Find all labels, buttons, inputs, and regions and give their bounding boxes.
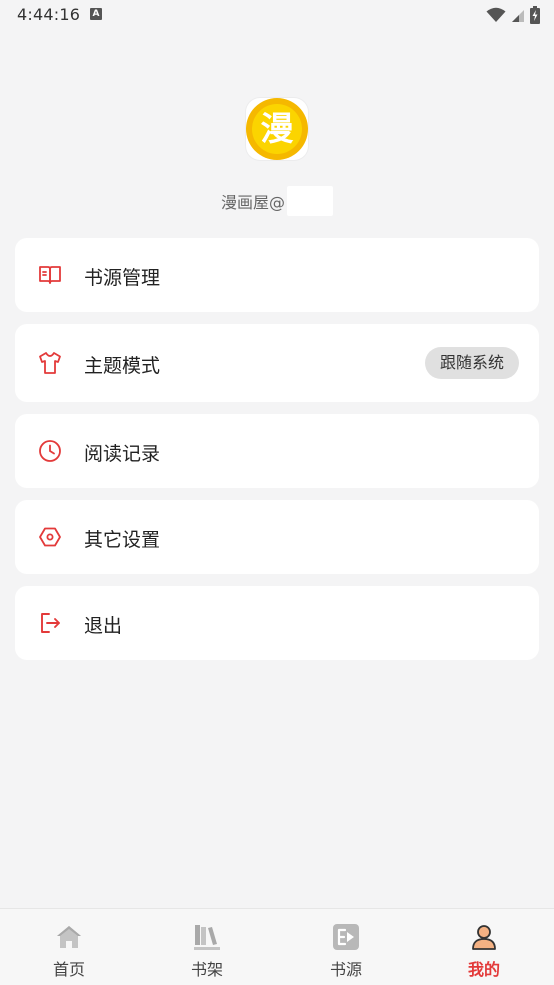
battery-charging-icon: [530, 6, 540, 24]
bookshelf-icon: [192, 922, 222, 952]
app-logo: 漫: [246, 98, 308, 160]
nav-label: 我的: [467, 960, 500, 979]
wifi-icon: [486, 7, 506, 22]
menu-item-theme-mode[interactable]: 主题模式 跟随系统: [15, 324, 539, 402]
profile-name: 漫画屋@: [0, 186, 554, 216]
nav-item-home[interactable]: 首页: [0, 909, 138, 985]
menu-item-label: 其它设置: [84, 529, 161, 551]
home-icon: [54, 922, 84, 952]
nav-label: 书架: [190, 960, 223, 979]
logout-icon: [37, 610, 63, 636]
menu-item-label: 书源管理: [84, 267, 161, 289]
user-icon: [469, 922, 499, 952]
redacted-block: [287, 186, 333, 216]
nav-label: 首页: [52, 960, 85, 979]
nav-item-source[interactable]: 书源: [277, 909, 415, 985]
menu-item-other-settings[interactable]: 其它设置: [15, 500, 539, 574]
settings-hexagon-icon: [37, 524, 63, 550]
a-letter-icon: A: [90, 8, 102, 20]
menu-item-reading-history[interactable]: 阅读记录: [15, 414, 539, 488]
bottom-nav: 首页 书架 书源 我的: [0, 908, 554, 985]
menu-item-label: 主题模式: [84, 355, 161, 377]
status-bar: 4:44:16 A: [0, 0, 554, 32]
manga-app-logo: 漫: [246, 98, 308, 160]
menu-item-label: 退出: [84, 615, 123, 637]
cell-signal-icon: [512, 10, 524, 22]
menu-item-logout[interactable]: 退出: [15, 586, 539, 660]
nav-item-bookshelf[interactable]: 书架: [138, 909, 276, 985]
profile-name-text: 漫画屋@: [220, 193, 285, 212]
source-icon: [331, 922, 361, 952]
menu-item-label: 阅读记录: [84, 443, 161, 465]
status-icons: [486, 6, 540, 24]
svg-text:漫: 漫: [261, 109, 294, 148]
theme-mode-badge[interactable]: 跟随系统: [424, 347, 519, 379]
menu-item-source-management[interactable]: 书源管理: [15, 238, 539, 312]
nav-label: 书源: [329, 960, 362, 979]
clock-icon: [37, 438, 63, 464]
nav-item-mine[interactable]: 我的: [415, 909, 553, 985]
book-open-icon: [37, 262, 63, 288]
status-time: 4:44:16: [17, 5, 81, 24]
tshirt-icon: [37, 350, 63, 376]
